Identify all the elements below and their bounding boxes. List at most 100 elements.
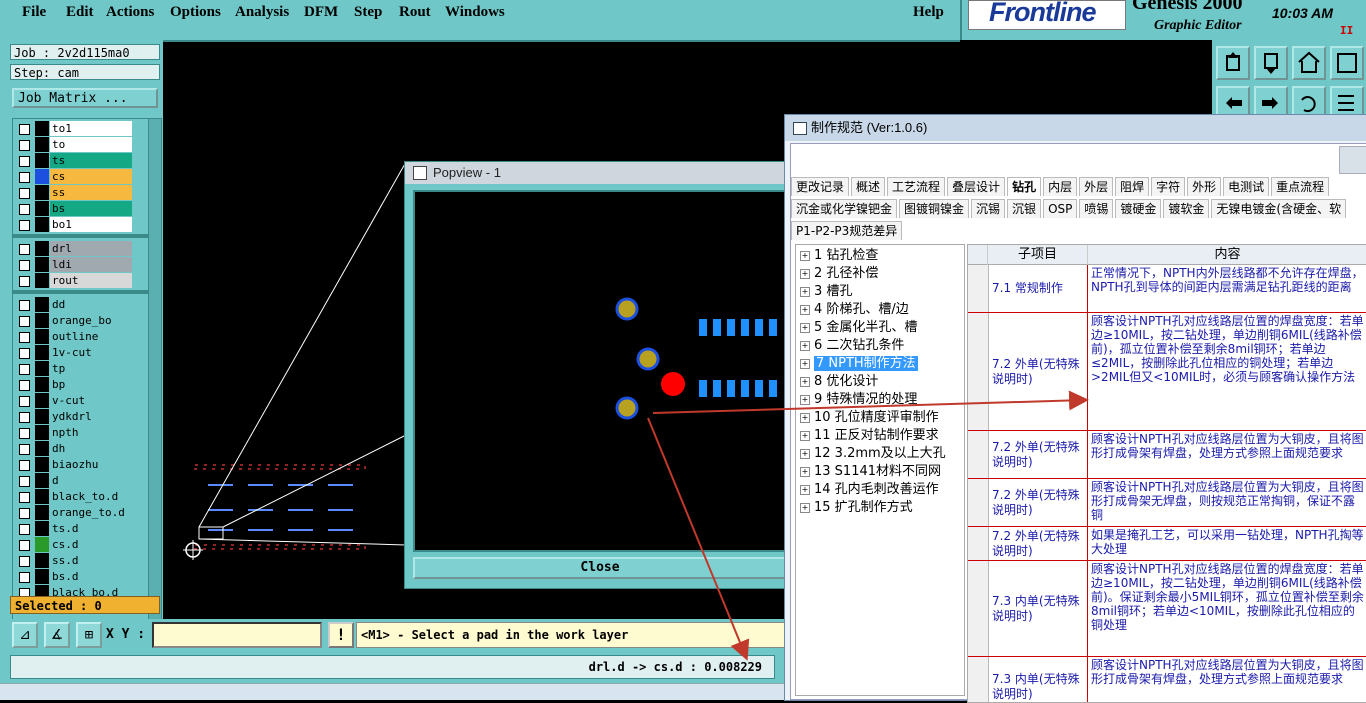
- layer-name[interactable]: orange_bo: [50, 313, 132, 328]
- expand-icon[interactable]: +: [800, 484, 810, 495]
- layer-checkbox[interactable]: [19, 364, 30, 375]
- spec-tab[interactable]: 概述: [851, 177, 886, 196]
- spec-tab[interactable]: 更改记录: [791, 177, 850, 196]
- table-row[interactable]: 7.2 外单(无特殊说明时) 顾客设计NPTH孔对应线路层位置的焊盘宽度：若单边≥…: [968, 313, 1366, 431]
- layer-checkbox[interactable]: [19, 396, 30, 407]
- spec-tab[interactable]: 内层: [1043, 177, 1078, 196]
- spec-tab[interactable]: 喷锡: [1079, 199, 1114, 218]
- menu-windows[interactable]: Windows: [445, 4, 505, 21]
- layer-name[interactable]: ldi: [50, 257, 132, 272]
- ruler-icon[interactable]: ∡: [44, 622, 70, 648]
- menu-step[interactable]: Step: [354, 4, 382, 21]
- layer-checkbox[interactable]: [19, 380, 30, 391]
- layer-checkbox[interactable]: [19, 316, 30, 327]
- layer-row[interactable]: drl: [13, 241, 149, 257]
- grid-header-content[interactable]: 内容: [1088, 245, 1366, 265]
- spec-tab[interactable]: 外形: [1187, 177, 1222, 196]
- layer-name[interactable]: npth: [50, 425, 132, 440]
- layer-name[interactable]: cs: [50, 169, 132, 184]
- layer-checkbox[interactable]: [19, 244, 30, 255]
- layer-row[interactable]: v-cut: [13, 393, 149, 409]
- expand-icon[interactable]: +: [800, 358, 810, 369]
- menu-file[interactable]: File: [22, 4, 46, 21]
- layer-name[interactable]: bs.d: [50, 569, 132, 584]
- spec-tab[interactable]: 镀软金: [1163, 199, 1210, 218]
- spec-tab[interactable]: 沉银: [1007, 199, 1042, 218]
- job-matrix-button[interactable]: Job Matrix ...: [12, 88, 158, 108]
- menu-help[interactable]: Help: [913, 4, 944, 21]
- layer-name[interactable]: 1v-cut: [50, 345, 132, 360]
- layer-row[interactable]: cs: [13, 169, 149, 185]
- tree-item[interactable]: +3 槽孔: [800, 283, 852, 301]
- layer-name[interactable]: outline: [50, 329, 132, 344]
- layer-row[interactable]: rout: [13, 273, 149, 289]
- table-row[interactable]: 7.1 常规制作 正常情况下，NPTH内外层线路都不允许存在焊盘，NPTH孔到导体…: [968, 265, 1366, 313]
- row-selector[interactable]: [968, 561, 989, 656]
- layer-checkbox[interactable]: [19, 204, 30, 215]
- layer-row[interactable]: to1: [13, 121, 149, 137]
- layer-checkbox[interactable]: [19, 444, 30, 455]
- layer-name[interactable]: ss.d: [50, 553, 132, 568]
- row-selector[interactable]: [968, 479, 989, 526]
- table-row[interactable]: 7.3 内单(无特殊说明时) 顾客设计NPTH孔对应线路层位置的焊盘宽度：若单边≥…: [968, 561, 1366, 657]
- layer-name[interactable]: ss: [50, 185, 132, 200]
- download-icon[interactable]: [1254, 46, 1288, 80]
- frame-icon[interactable]: [1330, 46, 1364, 80]
- row-selector[interactable]: [968, 657, 989, 702]
- layer-name[interactable]: to1: [50, 121, 132, 136]
- layer-row[interactable]: ldi: [13, 257, 149, 273]
- spec-tab[interactable]: 重点流程: [1271, 177, 1330, 196]
- expand-icon[interactable]: +: [800, 502, 810, 513]
- layer-scrollbar[interactable]: [148, 118, 162, 632]
- spec-tab[interactable]: 沉锡: [971, 199, 1006, 218]
- tree-item[interactable]: +7 NPTH制作方法: [800, 355, 918, 373]
- row-selector[interactable]: [968, 265, 989, 312]
- tree-item[interactable]: +14 孔内毛刺改善运作: [800, 481, 939, 499]
- layer-name[interactable]: bp: [50, 377, 132, 392]
- layer-checkbox[interactable]: [19, 412, 30, 423]
- tree-item[interactable]: +13 S1141材料不同网: [800, 463, 941, 481]
- layer-row[interactable]: ts.d: [13, 521, 149, 537]
- layer-row[interactable]: biaozhu: [13, 457, 149, 473]
- layer-name[interactable]: d: [50, 473, 132, 488]
- tree-item[interactable]: +9 特殊情况的处理: [800, 391, 917, 409]
- spec-titlebar[interactable]: 制作规范 (Ver:1.0.6): [785, 115, 1366, 141]
- layer-checkbox[interactable]: [19, 300, 30, 311]
- layer-row[interactable]: dh: [13, 441, 149, 457]
- layer-row[interactable]: 1v-cut: [13, 345, 149, 361]
- spec-tab[interactable]: 字符: [1151, 177, 1186, 196]
- layer-checkbox[interactable]: [19, 172, 30, 183]
- pause-icon[interactable]: II: [1340, 24, 1353, 37]
- menu-edit[interactable]: Edit: [66, 4, 94, 21]
- table-row[interactable]: 7.2 外单(无特殊说明时) 如果是掩孔工艺，可以采用一钻处理，NPTH孔掏等大处…: [968, 527, 1366, 561]
- layer-row[interactable]: dd: [13, 297, 149, 313]
- menu-rout[interactable]: Rout: [399, 4, 431, 21]
- tree-item[interactable]: +11 正反对钻制作要求: [800, 427, 939, 445]
- layer-checkbox[interactable]: [19, 348, 30, 359]
- expand-icon[interactable]: +: [800, 304, 810, 315]
- layer-name[interactable]: ydkdrl: [50, 409, 132, 424]
- layer-checkbox[interactable]: [19, 156, 30, 167]
- spec-tab[interactable]: OSP: [1043, 199, 1078, 218]
- expand-icon[interactable]: +: [800, 286, 810, 297]
- expand-icon[interactable]: +: [800, 412, 810, 423]
- layer-row[interactable]: d: [13, 473, 149, 489]
- layer-checkbox[interactable]: [19, 556, 30, 567]
- layer-row[interactable]: ss: [13, 185, 149, 201]
- tree-item[interactable]: +4 阶梯孔、槽/边: [800, 301, 909, 319]
- upload-icon[interactable]: [1216, 46, 1250, 80]
- tree-item[interactable]: +10 孔位精度评审制作: [800, 409, 939, 427]
- layer-row[interactable]: ydkdrl: [13, 409, 149, 425]
- layer-name[interactable]: dd: [50, 297, 132, 312]
- tree-item[interactable]: +12 3.2mm及以上大孔: [800, 445, 946, 463]
- layer-checkbox[interactable]: [19, 524, 30, 535]
- spec-tab[interactable]: 钻孔: [1007, 177, 1042, 196]
- layer-row[interactable]: outline: [13, 329, 149, 345]
- layer-name[interactable]: bo1: [50, 217, 132, 232]
- layer-row[interactable]: bs: [13, 201, 149, 217]
- spec-tab[interactable]: 沉金或化学镍钯金: [791, 199, 898, 218]
- layer-name[interactable]: drl: [50, 241, 132, 256]
- home-icon[interactable]: [1292, 46, 1326, 80]
- layer-checkbox[interactable]: [19, 276, 30, 287]
- grid-icon[interactable]: ⊞: [76, 622, 102, 648]
